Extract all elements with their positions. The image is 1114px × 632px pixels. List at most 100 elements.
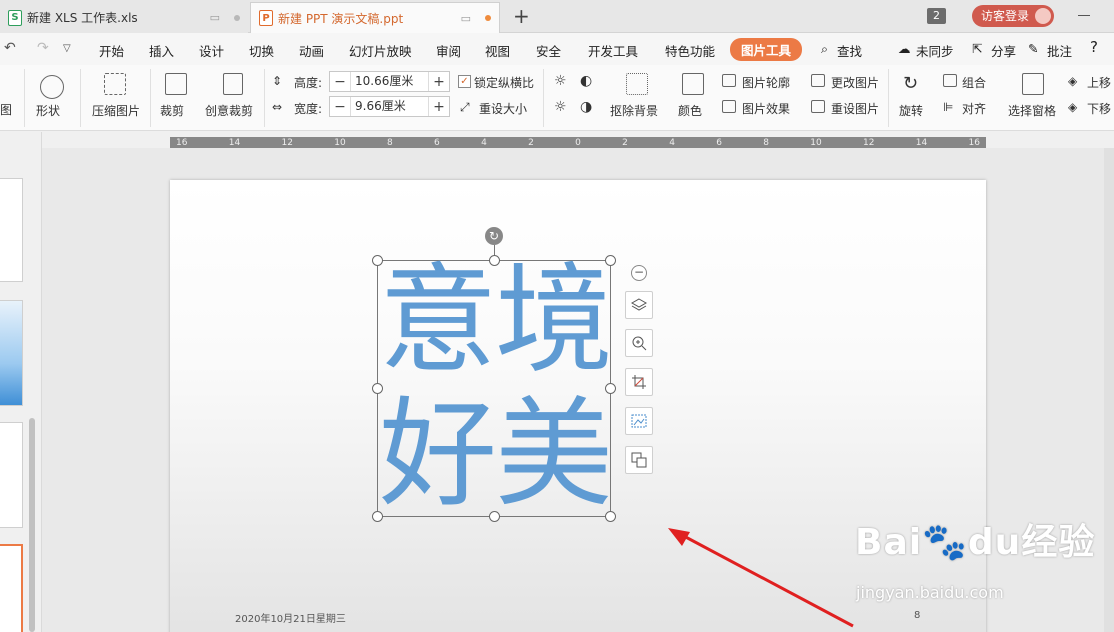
shape-icon[interactable] [40, 75, 64, 99]
group-button[interactable]: 组合 [962, 74, 986, 91]
brightness-down-icon[interactable]: ☼ [554, 99, 567, 115]
tab-xls-document[interactable]: S 新建 XLS 工作表.xls ▭ [0, 2, 248, 33]
chevron-down-icon[interactable]: ▽ [63, 43, 71, 54]
image-frame-icon[interactable] [625, 407, 653, 435]
height-stepper[interactable]: − 10.66厘米 + [329, 71, 450, 92]
resize-handle[interactable] [372, 511, 383, 522]
right-scroll-area[interactable] [1104, 148, 1114, 632]
menu-view[interactable]: 视图 [485, 41, 510, 60]
collapse-icon[interactable]: − [631, 265, 647, 281]
layers-icon[interactable] [625, 291, 653, 319]
zoom-in-icon[interactable] [625, 329, 653, 357]
resize-handle[interactable] [372, 383, 383, 394]
comment-icon[interactable]: ✎ [1028, 41, 1038, 56]
resize-handle[interactable] [605, 255, 616, 266]
align-button[interactable]: 对齐 [962, 100, 986, 117]
crop-icon[interactable] [165, 73, 187, 95]
menu-comment[interactable]: 批注 [1047, 41, 1072, 60]
reset-size-icon[interactable]: ⤢ [460, 100, 470, 115]
resize-handle[interactable] [372, 255, 383, 266]
remove-background-icon[interactable] [626, 73, 648, 95]
increment-icon[interactable]: + [429, 99, 449, 115]
resize-handle[interactable] [605, 383, 616, 394]
remove-background-button[interactable]: 抠除背景 [610, 102, 658, 119]
lock-ratio-checkbox[interactable]: ✓ [458, 75, 471, 88]
selection-pane-icon[interactable] [1022, 73, 1044, 95]
selection-pane-button[interactable]: 选择窗格 [1008, 102, 1056, 119]
change-picture-button[interactable]: 更改图片 [831, 74, 879, 91]
menu-sync-status[interactable]: 未同步 [916, 41, 954, 60]
brightness-up-icon[interactable]: ☼ [554, 73, 567, 89]
creative-crop-icon[interactable] [223, 73, 243, 95]
menu-start[interactable]: 开始 [99, 41, 124, 60]
crop-button[interactable]: 裁剪 [160, 102, 184, 119]
menu-insert[interactable]: 插入 [149, 41, 174, 60]
compress-picture-button[interactable]: 压缩图片 [92, 102, 140, 119]
resize-handle[interactable] [489, 255, 500, 266]
picture-outline-icon[interactable] [722, 74, 736, 87]
window-count-badge[interactable]: 2 [927, 8, 946, 24]
crop-icon[interactable] [625, 368, 653, 396]
menu-find[interactable]: 查找 [837, 41, 862, 60]
selected-picture[interactable]: 意境 好美 [377, 253, 612, 521]
login-button[interactable]: 访客登录 [972, 5, 1054, 27]
menu-slideshow[interactable]: 幻灯片放映 [349, 41, 412, 60]
menu-share[interactable]: 分享 [991, 41, 1016, 60]
menu-review[interactable]: 审阅 [436, 41, 461, 60]
monitor-icon[interactable]: ▭ [461, 12, 471, 25]
reset-picture-icon[interactable] [811, 100, 825, 113]
decrement-icon[interactable]: − [330, 99, 350, 115]
monitor-icon[interactable]: ▭ [210, 11, 220, 24]
move-down-button[interactable]: 下移 [1087, 100, 1111, 117]
reset-size-button[interactable]: 重设大小 [479, 100, 527, 117]
minimize-icon[interactable] [1078, 15, 1090, 16]
menu-developer[interactable]: 开发工具 [588, 41, 638, 60]
rotate-button[interactable]: 旋转 [899, 102, 923, 119]
contrast-down-icon[interactable]: ◑ [580, 99, 592, 115]
redo-icon[interactable]: ↷ [37, 40, 49, 56]
share-icon[interactable]: ⇱ [972, 41, 982, 56]
menu-picture-tools[interactable]: 图片工具 [730, 38, 803, 61]
menu-special[interactable]: 特色功能 [665, 41, 715, 60]
contrast-up-icon[interactable]: ◐ [580, 73, 592, 89]
picture-outline-button[interactable]: 图片轮廓 [742, 74, 790, 91]
resize-handle[interactable] [489, 511, 500, 522]
resize-handle[interactable] [605, 511, 616, 522]
undo-icon[interactable]: ↶ [4, 40, 16, 56]
shape-button[interactable]: 形状 [36, 102, 60, 119]
align-icon[interactable]: ⊫ [943, 100, 953, 114]
thumbnail-scrollbar[interactable] [29, 418, 35, 632]
search-icon[interactable]: ⌕ [821, 41, 828, 57]
new-tab-plus-icon[interactable]: + [513, 4, 530, 28]
rotate-icon[interactable]: ↻ [903, 73, 918, 94]
picture-effects-icon[interactable] [722, 100, 736, 113]
move-up-button[interactable]: 上移 [1087, 74, 1111, 91]
creative-crop-button[interactable]: 创意裁剪 [205, 102, 253, 119]
group-icon[interactable] [943, 74, 957, 87]
increment-icon[interactable]: + [429, 74, 449, 90]
slide-thumbnail[interactable] [0, 300, 23, 406]
cloud-sync-icon[interactable]: ☁ [898, 41, 911, 56]
change-picture-icon[interactable] [811, 74, 825, 87]
decrement-icon[interactable]: − [330, 74, 350, 90]
width-stepper[interactable]: − 9.66厘米 + [329, 96, 450, 117]
height-value[interactable]: 10.66厘米 [350, 72, 429, 91]
help-icon[interactable]: ? [1090, 38, 1098, 56]
color-icon[interactable] [682, 73, 704, 95]
replace-picture-icon[interactable] [625, 446, 653, 474]
menu-security[interactable]: 安全 [536, 41, 561, 60]
slide-thumbnail[interactable] [0, 422, 23, 528]
picture-effects-button[interactable]: 图片效果 [742, 100, 790, 117]
move-down-icon[interactable]: ◈ [1068, 100, 1077, 114]
reset-picture-button[interactable]: 重设图片 [831, 100, 879, 117]
move-up-icon[interactable]: ◈ [1068, 74, 1077, 88]
slide-thumbnail-selected[interactable] [0, 544, 23, 632]
width-value[interactable]: 9.66厘米 [350, 97, 429, 116]
menu-animation[interactable]: 动画 [299, 41, 324, 60]
slide-thumbnail[interactable] [0, 178, 23, 282]
lock-ratio-label[interactable]: 锁定纵横比 [474, 74, 534, 91]
tab-ppt-document[interactable]: P 新建 PPT 演示文稿.ppt ▭ [250, 2, 500, 33]
color-button[interactable]: 颜色 [678, 102, 702, 119]
menu-transition[interactable]: 切换 [249, 41, 274, 60]
compress-picture-icon[interactable] [104, 73, 126, 95]
